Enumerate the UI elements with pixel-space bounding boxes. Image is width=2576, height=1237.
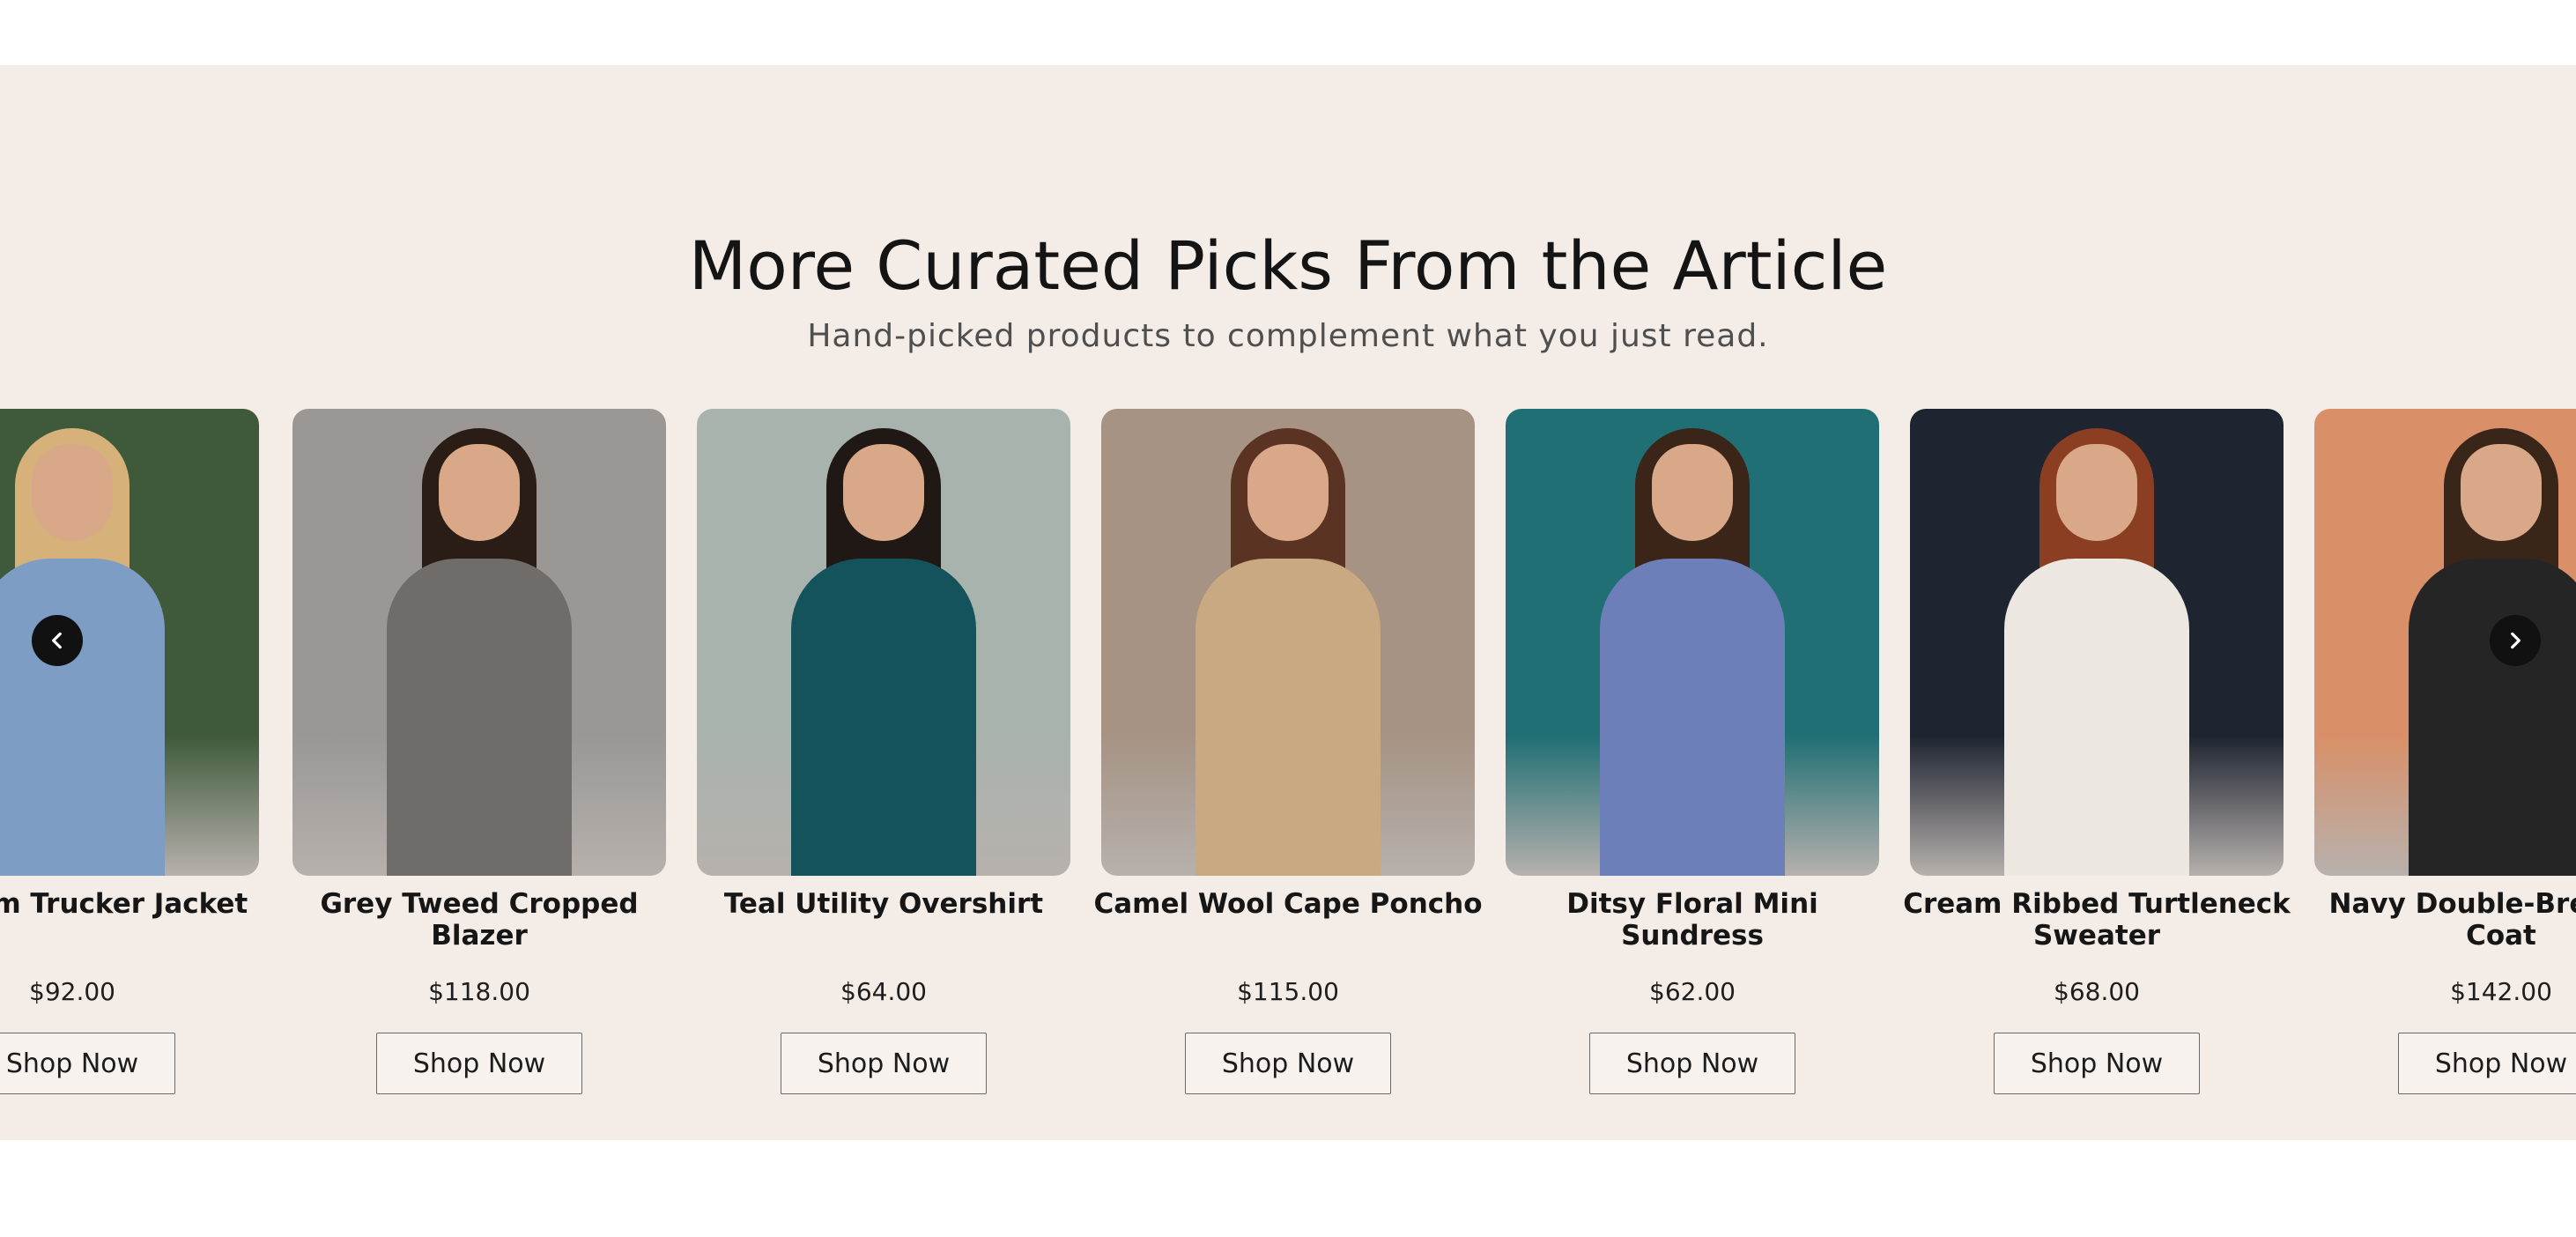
product-card[interactable]: Navy Double-Bre Wool Coat$142.00Shop Now (2314, 409, 2576, 1114)
product-title[interactable]: Ditsy Floral Mini Sundress (1497, 888, 1888, 952)
product-image[interactable] (1910, 409, 2284, 876)
model-face (843, 444, 924, 541)
section-subtitle: Hand-picked products to complement what … (807, 318, 1769, 354)
model-outfit (791, 559, 976, 876)
chevron-right-icon (2511, 632, 2520, 649)
product-price: $64.00 (840, 977, 927, 1006)
product-image[interactable] (1506, 409, 1879, 876)
product-image[interactable] (697, 409, 1070, 876)
product-card[interactable]: Ditsy Floral Mini Sundress $62.00 Shop Now (1506, 409, 1879, 1114)
section-title: More Curated Picks From the Article (688, 226, 1888, 305)
product-card[interactable]: Camel Wool Cape Poncho $115.00 Shop Now (1093, 409, 1483, 1114)
curated-picks-section: More Curated Picks From the Article Hand… (0, 65, 2576, 1140)
product-card[interactable]: Teal Utility Overshirt $64.00 Shop Now (697, 409, 1070, 1114)
model-face (32, 444, 113, 541)
shop-now-button[interactable]: Shop Now (1185, 1033, 1391, 1094)
model-outfit (2409, 559, 2576, 876)
model-face (439, 444, 520, 541)
product-price: $62.00 (1649, 977, 1736, 1006)
product-card[interactable]: c Denim Trucker Jacket$92.00Shop Now (0, 409, 259, 1114)
model-face (1652, 444, 1733, 541)
product-price: $92.00 (29, 977, 115, 1006)
chevron-left-icon (52, 632, 62, 649)
shop-now-button[interactable]: Shop Now (1994, 1033, 2200, 1094)
model-outfit (1600, 559, 1785, 876)
product-price: $118.00 (428, 977, 530, 1006)
product-title[interactable]: Grey Tweed Cropped Blazer (284, 888, 675, 952)
product-title[interactable]: Camel Wool Cape Poncho (1092, 888, 1484, 920)
model-face (2461, 444, 2542, 541)
shop-now-button[interactable]: Shop Now (781, 1033, 987, 1094)
product-price: $68.00 (2054, 977, 2140, 1006)
model-outfit (0, 559, 165, 876)
product-price: $115.00 (1237, 977, 1339, 1006)
model-outfit (2004, 559, 2189, 876)
carousel-next-button[interactable] (2490, 615, 2541, 666)
shop-now-button[interactable]: Shop Now (376, 1033, 582, 1094)
model-face (1247, 444, 1329, 541)
product-title[interactable]: Teal Utility Overshirt (688, 888, 1079, 920)
product-carousel: c Denim Trucker Jacket $92.00 Shop Now Grey… (0, 409, 2576, 1114)
product-image[interactable] (292, 409, 666, 876)
model-outfit (387, 559, 572, 876)
product-price: $142.00 (2450, 977, 2552, 1006)
product-card[interactable]: Grey Tweed Cropped Blazer $118.00 Shop Now (292, 409, 666, 1114)
product-title[interactable]: c Denim Trucker Jacket (0, 888, 268, 920)
product-card[interactable]: Cream Ribbed Turtleneck Sweater $68.00 Sho… (1903, 409, 2291, 1114)
model-face (2056, 444, 2137, 541)
shop-now-button[interactable]: Shop Now (2398, 1033, 2576, 1094)
shop-now-button[interactable]: Shop Now (0, 1033, 175, 1094)
product-image[interactable] (1101, 409, 1475, 876)
shop-now-button[interactable]: Shop Now (1589, 1033, 1795, 1094)
product-title[interactable]: Cream Ribbed Turtleneck Sweater (1901, 888, 2292, 952)
product-title[interactable]: Navy Double-Bre Wool Coat (2306, 888, 2576, 952)
carousel-prev-button[interactable] (32, 615, 83, 666)
model-outfit (1195, 559, 1381, 876)
